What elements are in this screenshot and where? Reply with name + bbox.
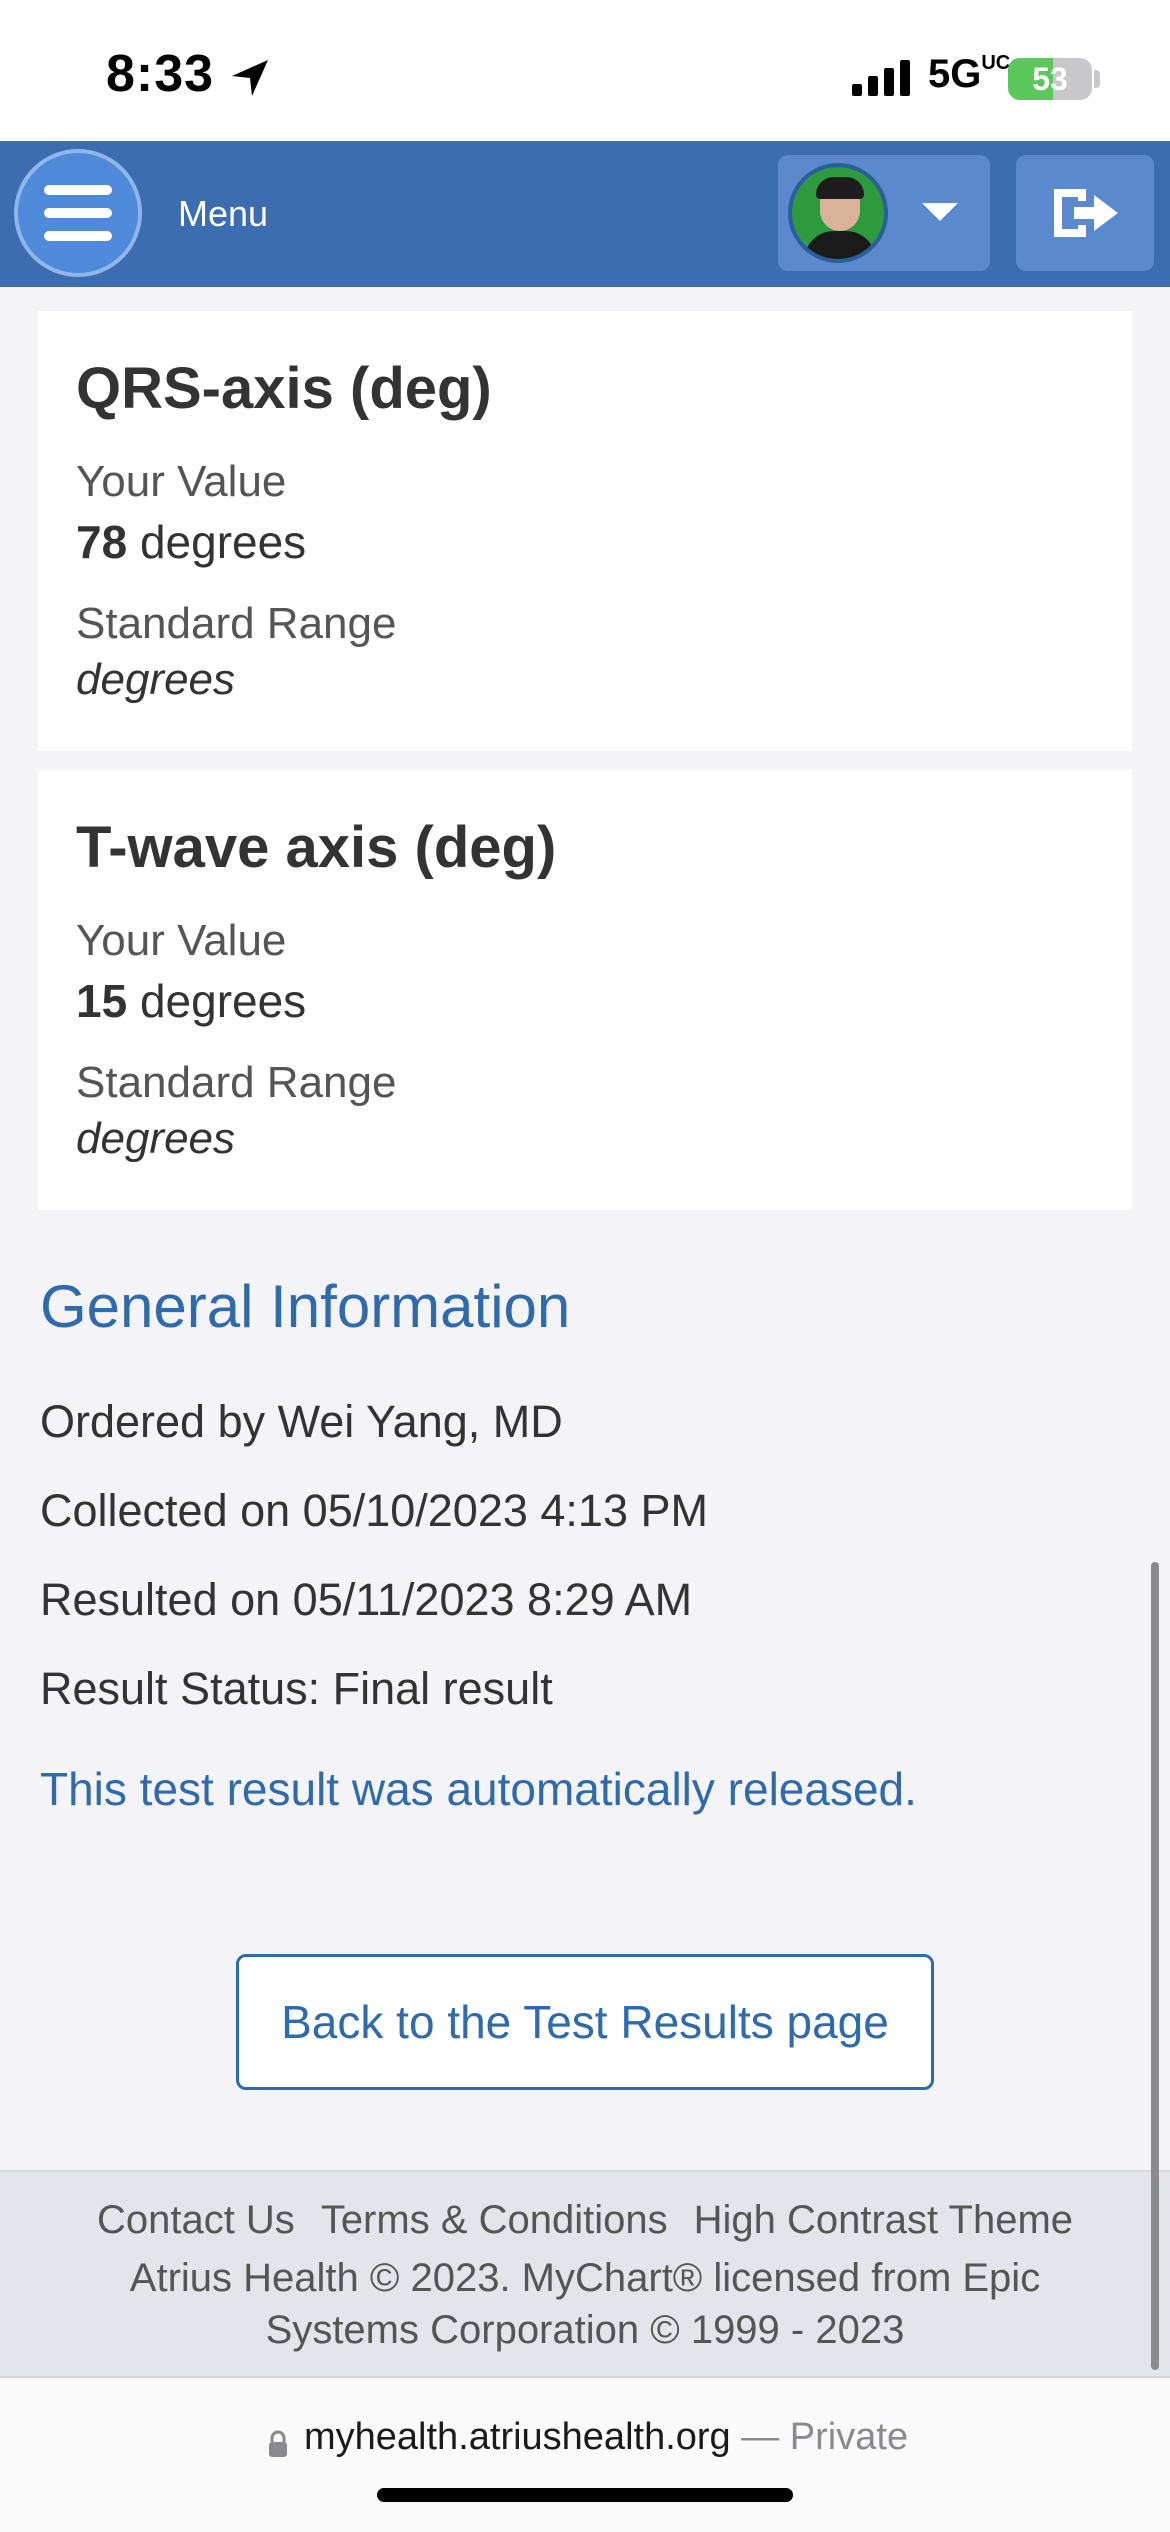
standard-range-value: degrees	[76, 655, 236, 704]
footer: Contact Us Terms & Conditions High Contras…	[0, 2170, 1170, 2376]
result-title: T-wave axis (deg)	[76, 815, 557, 880]
standard-range-label: Standard Range	[76, 599, 397, 648]
logout-icon	[1054, 189, 1118, 237]
menu-label[interactable]: Menu	[178, 193, 268, 235]
ordered-by: Ordered by Wei Yang, MD	[40, 1396, 563, 1447]
avatar-hair	[816, 177, 864, 199]
menu-button[interactable]	[14, 149, 142, 277]
cellular-signal-icon	[852, 60, 910, 96]
account-switcher-button[interactable]	[778, 155, 990, 271]
your-value: 78 degrees	[76, 515, 306, 569]
location-arrow-icon	[232, 60, 268, 96]
chevron-down-icon	[922, 203, 958, 221]
resulted-date: Resulted on 05/11/2023 8:29 AM	[40, 1574, 693, 1625]
terms-link[interactable]: Terms & Conditions	[321, 2198, 668, 2242]
battery-nub	[1094, 70, 1100, 88]
avatar	[788, 163, 888, 263]
value-number: 78	[76, 516, 128, 568]
release-note: This test result was automatically relea…	[40, 1763, 917, 1815]
hamburger-icon-line	[44, 208, 112, 218]
url-domain: myhealth.atriushealth.org	[304, 2416, 731, 2458]
lock-icon	[269, 2430, 287, 2457]
status-bar: 8:33 5GUC 53	[0, 0, 1170, 141]
standard-range-value: degrees	[76, 1114, 236, 1163]
your-value-label: Your Value	[76, 916, 287, 965]
copyright-line-1: Atrius Health © 2023. MyChart® licensed …	[129, 2256, 1041, 2300]
value-unit: degrees	[139, 975, 307, 1027]
scrollbar[interactable]	[1151, 1562, 1159, 2370]
value-unit: degrees	[139, 516, 307, 568]
battery-icon: 53	[1008, 58, 1092, 100]
logout-button[interactable]	[1016, 155, 1154, 271]
high-contrast-link[interactable]: High Contrast Theme	[694, 2198, 1073, 2242]
result-title: QRS-axis (deg)	[76, 356, 492, 421]
app-header: Menu	[0, 141, 1170, 287]
hamburger-icon	[44, 185, 112, 195]
url-text[interactable]: myhealth.atriushealth.org — Private	[304, 2416, 908, 2459]
standard-range-label: Standard Range	[76, 1058, 397, 1107]
copyright-line-2: Systems Corporation © 1999 - 2023	[265, 2308, 905, 2352]
your-value-label: Your Value	[76, 457, 287, 506]
general-info-heading: General Information	[40, 1273, 571, 1340]
hamburger-icon-line	[44, 231, 112, 241]
battery-percent: 53	[1032, 61, 1068, 97]
contact-us-link[interactable]: Contact Us	[97, 2198, 295, 2242]
status-time: 8:33	[106, 45, 215, 103]
collected-date: Collected on 05/10/2023 4:13 PM	[40, 1485, 708, 1536]
your-value: 15 degrees	[76, 974, 306, 1028]
browser-url-bar[interactable]: myhealth.atriushealth.org — Private	[0, 2376, 1170, 2532]
home-indicator[interactable]	[377, 2488, 793, 2502]
result-card-qrs-axis: QRS-axis (deg) Your Value 78 degrees Sta…	[38, 311, 1132, 751]
result-card-t-wave-axis: T-wave axis (deg) Your Value 15 degrees …	[38, 770, 1132, 1210]
copyright: Atrius Health © 2023. MyChart® licensed …	[0, 2252, 1170, 2356]
footer-links: Contact Us Terms & Conditions High Contras…	[0, 2198, 1170, 2243]
avatar-shirt	[804, 231, 876, 259]
private-label: — Private	[741, 2416, 909, 2458]
value-number: 15	[76, 975, 128, 1027]
back-to-test-results-button[interactable]: Back to the Test Results page	[236, 1954, 934, 2090]
result-status: Result Status: Final result	[40, 1663, 553, 1714]
network-type: 5GUC	[928, 52, 1011, 96]
